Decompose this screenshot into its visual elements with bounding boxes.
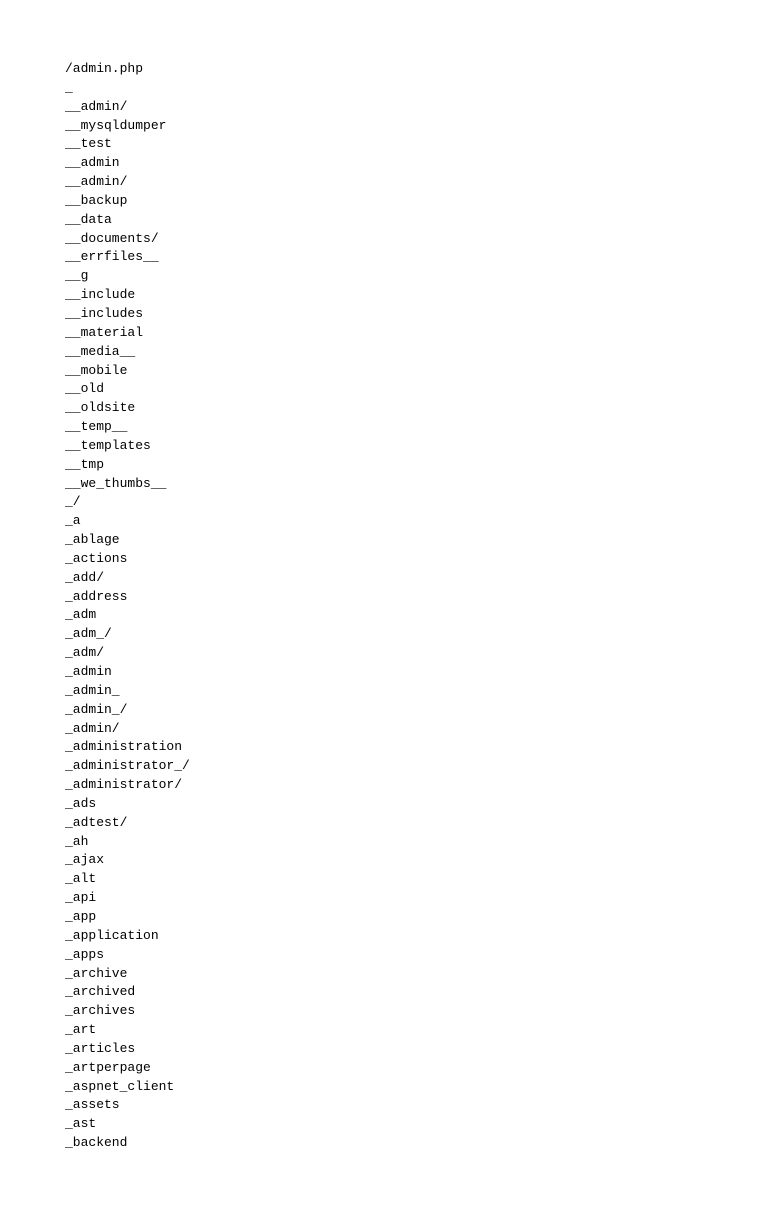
list-item: _aspnet_client [65, 1078, 768, 1097]
list-item: _ast [65, 1115, 768, 1134]
list-item: _address [65, 588, 768, 607]
list-item: __oldsite [65, 399, 768, 418]
list-item: _apps [65, 946, 768, 965]
list-item: _ablage [65, 531, 768, 550]
list-item: _articles [65, 1040, 768, 1059]
list-item: _ [65, 79, 768, 98]
list-item: _alt [65, 870, 768, 889]
list-item: __admin/ [65, 98, 768, 117]
list-item: __temp__ [65, 418, 768, 437]
list-item: _assets [65, 1096, 768, 1115]
list-item: __errfiles__ [65, 248, 768, 267]
list-item: __admin [65, 154, 768, 173]
list-item: _administrator_/ [65, 757, 768, 776]
list-item: _adm [65, 606, 768, 625]
list-item: __include [65, 286, 768, 305]
list-item: __data [65, 211, 768, 230]
list-item: _archived [65, 983, 768, 1002]
list-item: _backend [65, 1134, 768, 1153]
list-item: __g [65, 267, 768, 286]
list-item: _a [65, 512, 768, 531]
list-item: _ads [65, 795, 768, 814]
list-item: __mysqldumper [65, 117, 768, 136]
list-item: _application [65, 927, 768, 946]
list-item: _admin_ [65, 682, 768, 701]
list-item: __templates [65, 437, 768, 456]
list-item: __tmp [65, 456, 768, 475]
list-item: _archive [65, 965, 768, 984]
list-item: _admin_/ [65, 701, 768, 720]
file-list: /admin.php___admin/__mysqldumper__test__… [65, 60, 768, 1153]
list-item: _admin/ [65, 720, 768, 739]
list-item: __old [65, 380, 768, 399]
list-item: _adtest/ [65, 814, 768, 833]
list-item: _archives [65, 1002, 768, 1021]
list-item: _/ [65, 493, 768, 512]
list-item: _ah [65, 833, 768, 852]
list-item: /admin.php [65, 60, 768, 79]
list-item: __admin/ [65, 173, 768, 192]
list-item: __includes [65, 305, 768, 324]
list-item: _adm_/ [65, 625, 768, 644]
list-item: __media__ [65, 343, 768, 362]
list-item: _adm/ [65, 644, 768, 663]
list-item: __mobile [65, 362, 768, 381]
list-item: __we_thumbs__ [65, 475, 768, 494]
list-item: __documents/ [65, 230, 768, 249]
list-item: _ajax [65, 851, 768, 870]
list-item: _add/ [65, 569, 768, 588]
list-item: _administrator/ [65, 776, 768, 795]
list-item: _administration [65, 738, 768, 757]
list-item: _artperpage [65, 1059, 768, 1078]
list-item: _app [65, 908, 768, 927]
list-item: _api [65, 889, 768, 908]
list-item: __material [65, 324, 768, 343]
list-item: __test [65, 135, 768, 154]
list-item: _actions [65, 550, 768, 569]
list-item: __backup [65, 192, 768, 211]
list-item: _admin [65, 663, 768, 682]
